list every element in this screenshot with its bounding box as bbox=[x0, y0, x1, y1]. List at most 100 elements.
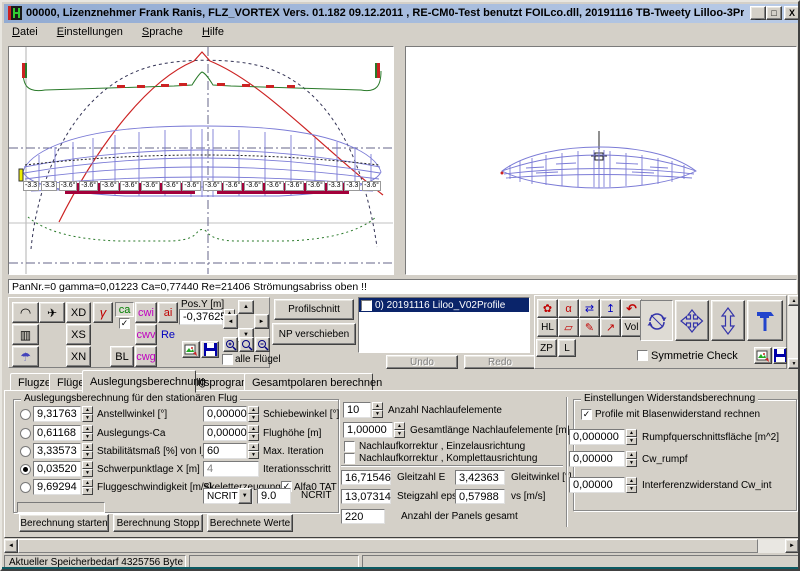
spin-up-icon[interactable]: ▲ bbox=[248, 406, 259, 414]
re-label[interactable]: Re bbox=[158, 324, 178, 345]
fluggeschwindigkeit-radio[interactable] bbox=[20, 482, 31, 493]
move-mode-button[interactable] bbox=[675, 300, 709, 341]
xn-button[interactable]: XN bbox=[66, 346, 91, 367]
scroll-right-button[interactable]: ► bbox=[785, 539, 799, 553]
gesamtlaenge-spinner[interactable]: ▲▼ bbox=[394, 422, 405, 438]
anzahl-nachlaufelemente-input[interactable]: 10 bbox=[343, 402, 371, 418]
scroll-left-button[interactable]: ◄ bbox=[4, 539, 18, 553]
maximize-button[interactable]: □ bbox=[766, 6, 782, 20]
cwv-button[interactable]: cwv bbox=[135, 324, 157, 345]
fluggeschwindigkeit-spinner[interactable]: ▲▼ bbox=[82, 479, 93, 495]
pan-left-button[interactable]: ◄ bbox=[223, 314, 238, 329]
berechnete-werte-button[interactable]: Berechnete Werte bbox=[207, 514, 293, 532]
panel-tool-button[interactable]: ▱ bbox=[558, 318, 579, 337]
swap-tool-button[interactable]: ⇄ bbox=[579, 299, 600, 318]
stabilitaetsmass-spinner[interactable]: ▲▼ bbox=[82, 443, 93, 459]
anstellwinkel-input[interactable]: 9,31763 bbox=[33, 406, 81, 422]
export-image-button-2[interactable] bbox=[754, 347, 772, 364]
schiebewinkel-input[interactable]: 0,00000 bbox=[203, 406, 247, 422]
cwi-button[interactable]: cwi bbox=[135, 302, 157, 323]
pin-tool-button[interactable]: ✿ bbox=[537, 299, 558, 318]
cw-rumpf-spinner[interactable]: ▲▼ bbox=[626, 451, 637, 467]
zoom-in-button[interactable] bbox=[223, 337, 238, 352]
close-button[interactable]: X bbox=[784, 6, 800, 20]
berechnung-stopp-button[interactable]: Berechnung Stopp bbox=[113, 514, 203, 532]
ncrit-combobox[interactable]: NCRIT ▼ bbox=[203, 488, 253, 504]
cwg-button[interactable]: cwg bbox=[135, 346, 157, 367]
symmetrie-check-checkbox[interactable] bbox=[637, 350, 648, 361]
spin-up-icon[interactable]: ▲ bbox=[372, 402, 383, 410]
spin-up-icon[interactable]: ▲ bbox=[626, 477, 637, 485]
save-button[interactable] bbox=[201, 341, 219, 358]
berechnung-starten-button[interactable]: Berechnung starten bbox=[19, 514, 109, 532]
alpha-twist-tool-button[interactable]: α bbox=[558, 299, 579, 318]
auslegungs-ca-radio[interactable] bbox=[20, 428, 31, 439]
flughoehe-spinner[interactable]: ▲▼ bbox=[248, 425, 259, 441]
xs-button[interactable]: XS bbox=[66, 324, 91, 345]
menu-sprache[interactable]: Sprache bbox=[134, 23, 191, 41]
pan-right-button[interactable]: ► bbox=[254, 314, 269, 329]
cw-int-input[interactable]: 0,00000 bbox=[569, 477, 625, 493]
spin-up-icon[interactable]: ▲ bbox=[248, 443, 259, 451]
cw-rumpf-input[interactable]: 0,00000 bbox=[569, 451, 625, 467]
spin-down-icon[interactable]: ▼ bbox=[248, 433, 259, 441]
undo-arrow-tool-button[interactable]: ↶ bbox=[621, 299, 642, 318]
menu-datei[interactable]: Datei bbox=[4, 23, 46, 41]
wing-front-view-canvas[interactable]: -3.3 -3.3 -3.6° -3.6° -3.6° -3.6° -3.6° … bbox=[8, 46, 394, 275]
anchor-tool-button[interactable]: ↥ bbox=[600, 299, 621, 318]
spin-up-icon[interactable]: ▲ bbox=[82, 461, 93, 469]
spin-up-icon[interactable]: ▲ bbox=[626, 429, 637, 437]
build-mode-button[interactable] bbox=[747, 300, 783, 341]
spin-down-icon[interactable]: ▼ bbox=[394, 430, 405, 438]
alle-fluegel-checkbox[interactable] bbox=[222, 354, 233, 365]
profile-item-checkbox[interactable]: ✓ bbox=[361, 300, 372, 311]
spin-down-icon[interactable]: ▼ bbox=[248, 414, 259, 422]
ca-checkbox[interactable]: ✓ bbox=[119, 318, 130, 329]
pencil-tool-button[interactable]: ✎ bbox=[579, 318, 600, 337]
horizontal-scrollbar[interactable]: ◄ ► bbox=[4, 539, 799, 553]
stabilitaetsmass-radio[interactable] bbox=[20, 446, 31, 457]
schwerpunktlage-input[interactable]: 0,03520 bbox=[33, 461, 81, 477]
plane-side-view-button[interactable]: ✈ bbox=[39, 302, 65, 323]
spin-down-icon[interactable]: ▼ bbox=[82, 414, 93, 422]
stabilitaetsmass-input[interactable]: 3,33573 bbox=[33, 443, 81, 459]
auslegungs-ca-spinner[interactable]: ▲▼ bbox=[82, 425, 93, 441]
wing-3d-view-canvas[interactable] bbox=[405, 46, 797, 275]
hl-button[interactable]: HL bbox=[537, 318, 558, 337]
schwerpunktlage-radio[interactable] bbox=[20, 464, 31, 475]
ca-button[interactable]: ca bbox=[115, 302, 134, 317]
spin-down-icon[interactable]: ▼ bbox=[82, 433, 93, 441]
gamma-button[interactable]: γ bbox=[93, 302, 113, 323]
bl-button[interactable]: BL bbox=[110, 346, 134, 367]
profile-listbox[interactable]: ✓ 0) 20191116 Liloo_V02Profile bbox=[358, 297, 530, 353]
spin-down-icon[interactable]: ▼ bbox=[626, 485, 637, 493]
ncrit-value-input[interactable]: 9.0 bbox=[257, 488, 291, 504]
vol-button[interactable]: Vol bbox=[621, 318, 642, 337]
spin-down-icon[interactable]: ▼ bbox=[372, 410, 383, 418]
zoom-out-button[interactable] bbox=[255, 337, 270, 352]
undo-button[interactable]: Undo bbox=[386, 355, 458, 369]
schiebewinkel-spinner[interactable]: ▲▼ bbox=[248, 406, 259, 422]
spin-up-icon[interactable]: ▲ bbox=[248, 425, 259, 433]
zoom-reset-button[interactable] bbox=[239, 337, 254, 352]
max-iteration-input[interactable]: 60 bbox=[203, 443, 247, 459]
profile-list-item[interactable]: ✓ 0) 20191116 Liloo_V02Profile bbox=[359, 298, 529, 312]
spin-up-icon[interactable]: ▲ bbox=[394, 422, 405, 430]
nachlaufkorrektur-einzel-checkbox[interactable] bbox=[344, 441, 355, 452]
zp-button[interactable]: ZP bbox=[536, 339, 557, 357]
max-iteration-spinner[interactable]: ▲▼ bbox=[248, 443, 259, 459]
toolbar-scrollbar[interactable]: ▲ ▼ bbox=[788, 295, 800, 369]
redo-button[interactable]: Redo bbox=[464, 355, 536, 369]
blasenwiderstand-checkbox[interactable]: ✓ bbox=[581, 409, 592, 420]
rotate-mode-button[interactable] bbox=[640, 300, 673, 341]
np-verschieben-button[interactable]: NP verschieben bbox=[272, 323, 356, 345]
scrollbar-thumb[interactable] bbox=[18, 539, 758, 553]
spin-down-icon[interactable]: ▼ bbox=[82, 451, 93, 459]
spin-up-icon[interactable]: ▲ bbox=[82, 479, 93, 487]
spin-down-icon[interactable]: ▼ bbox=[82, 469, 93, 477]
export-image-button[interactable] bbox=[182, 341, 200, 358]
spin-up-icon[interactable]: ▲ bbox=[82, 425, 93, 433]
spin-down-icon[interactable]: ▼ bbox=[82, 487, 93, 495]
arrow-out-tool-button[interactable]: ↗ bbox=[600, 318, 621, 337]
xd-button[interactable]: XD bbox=[66, 302, 91, 323]
